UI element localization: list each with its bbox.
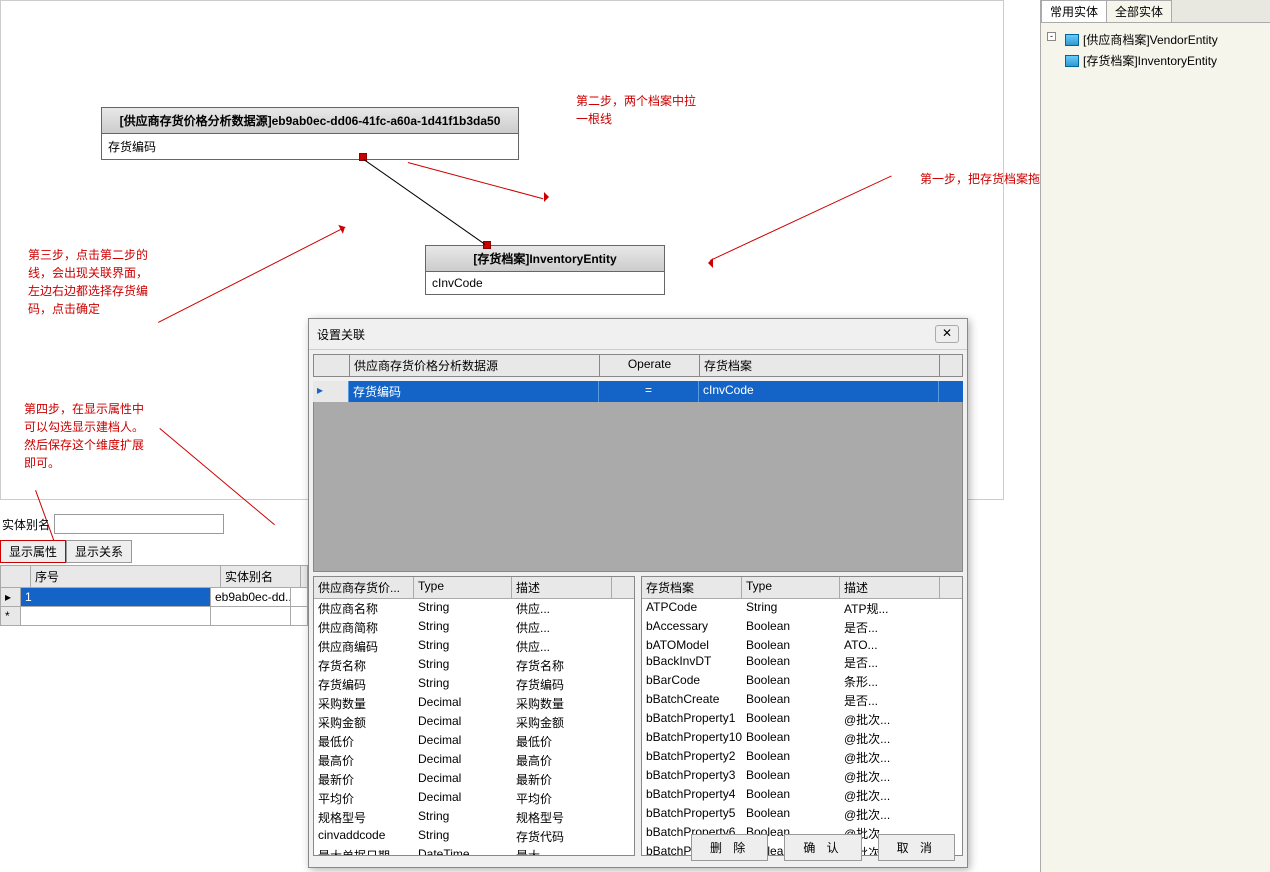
grid-header: 序号 实体别名	[0, 565, 308, 588]
col-operate: Operate	[600, 355, 700, 376]
tab-show-relations[interactable]: 显示关系	[66, 540, 132, 563]
property-row[interactable]: 存货编码String存货编码	[314, 675, 634, 694]
col-seq: 序号	[31, 566, 221, 587]
relation-grid-body[interactable]	[313, 402, 963, 572]
hdr-desc: 描述	[840, 577, 940, 598]
entity-title: [供应商存货价格分析数据源]eb9ab0ec-dd06-41fc-a60a-1d…	[102, 108, 518, 134]
property-row[interactable]: 最大单据日期DateTime最大...	[314, 846, 634, 855]
property-row[interactable]: bBatchProperty4Boolean@批次...	[642, 786, 962, 805]
cell-alias: eb9ab0ec-dd...	[211, 588, 291, 606]
property-row[interactable]: ATPCodeStringATP规...	[642, 599, 962, 618]
cell-right-field: cInvCode	[699, 381, 939, 402]
left-properties-list[interactable]: 供应商存货价... Type 描述 供应商名称String供应...供应商简称S…	[313, 576, 635, 856]
hdr-desc: 描述	[512, 577, 612, 598]
arrow-head-icon	[703, 258, 713, 268]
entity-title: [存货档案]InventoryEntity	[426, 246, 664, 272]
property-row[interactable]: 规格型号String规格型号	[314, 808, 634, 827]
property-row[interactable]: bBarCodeBoolean条形...	[642, 672, 962, 691]
relation-grid-header: 供应商存货价格分析数据源 Operate 存货档案	[313, 354, 963, 377]
relation-row[interactable]: ▸ 存货编码 = cInvCode	[313, 381, 963, 402]
property-row[interactable]: cinvaddcodeString存货代码	[314, 827, 634, 846]
ok-button[interactable]: 确 认	[784, 834, 861, 861]
entity-palette-panel: 常用实体 全部实体 - [供应商档案]VendorEntity [存货档案]In…	[1040, 0, 1270, 872]
property-row[interactable]: 最低价Decimal最低价	[314, 732, 634, 751]
palette-tabs: 常用实体 全部实体	[1041, 0, 1270, 23]
hdr-type: Type	[742, 577, 840, 598]
alias-label: 实体别名	[2, 516, 50, 533]
tree-collapse-icon[interactable]: -	[1047, 32, 1056, 41]
hdr-name: 供应商存货价...	[314, 577, 414, 598]
entity-alias-input[interactable]	[54, 514, 224, 534]
cell-operator: =	[599, 381, 699, 402]
property-row[interactable]: 最高价Decimal最高价	[314, 751, 634, 770]
property-row[interactable]: bBatchProperty2Boolean@批次...	[642, 748, 962, 767]
table-new-row[interactable]: *	[0, 607, 308, 626]
tree-label: [存货档案]InventoryEntity	[1083, 52, 1217, 69]
set-relation-dialog: 设置关联 ✕ 供应商存货价格分析数据源 Operate 存货档案 ▸ 存货编码 …	[308, 318, 968, 868]
entity-field: 存货编码	[102, 134, 518, 159]
tab-common-entities[interactable]: 常用实体	[1041, 0, 1107, 22]
delete-button[interactable]: 删 除	[691, 834, 768, 861]
tab-show-properties[interactable]: 显示属性	[0, 540, 66, 563]
entity-icon	[1065, 34, 1079, 46]
col-left-source: 供应商存货价格分析数据源	[350, 355, 600, 376]
hdr-name: 存货档案	[642, 577, 742, 598]
row-indicator-icon: ▸	[1, 588, 21, 606]
right-properties-list[interactable]: 存货档案 Type 描述 ATPCodeStringATP规...bAccess…	[641, 576, 963, 856]
row-indicator-icon: ▸	[313, 381, 349, 402]
entity-field: cInvCode	[426, 272, 664, 294]
relation-line[interactable]	[363, 159, 485, 245]
property-row[interactable]: 供应商名称String供应...	[314, 599, 634, 618]
property-row[interactable]: bBackInvDTBoolean是否...	[642, 653, 962, 672]
hdr-type: Type	[414, 577, 512, 598]
col-right-source: 存货档案	[700, 355, 940, 376]
annotation-step4: 第四步，在显示属性中 可以勾选显示建档人。 然后保存这个维度扩展 即可。	[24, 400, 144, 472]
property-row[interactable]: bBatchProperty1Boolean@批次...	[642, 710, 962, 729]
arrow-head-icon	[544, 192, 554, 202]
entity-tree: - [供应商档案]VendorEntity [存货档案]InventoryEnt…	[1041, 23, 1270, 77]
col-alias: 实体别名	[221, 566, 301, 587]
cancel-button[interactable]: 取 消	[878, 834, 955, 861]
new-row-icon: *	[1, 607, 21, 625]
close-button[interactable]: ✕	[935, 325, 959, 343]
annotation-step3: 第三步，点击第二步的 线，会出现关联界面， 左边右边都选择存货编 码，点击确定	[28, 246, 148, 318]
property-row[interactable]: 采购数量Decimal采购数量	[314, 694, 634, 713]
table-row[interactable]: ▸ 1 eb9ab0ec-dd...	[0, 588, 308, 607]
cell-seq: 1	[21, 588, 211, 606]
property-row[interactable]: 最新价Decimal最新价	[314, 770, 634, 789]
property-row[interactable]: 存货名称String存货名称	[314, 656, 634, 675]
property-row[interactable]: bAccessaryBoolean是否...	[642, 618, 962, 637]
annotation-step2: 第二步，两个档案中拉 一根线	[576, 92, 696, 128]
property-row[interactable]: bBatchProperty3Boolean@批次...	[642, 767, 962, 786]
property-row[interactable]: 供应商简称String供应...	[314, 618, 634, 637]
entity-icon	[1065, 55, 1079, 67]
tree-label: [供应商档案]VendorEntity	[1083, 31, 1218, 48]
property-row[interactable]: 供应商编码String供应...	[314, 637, 634, 656]
property-row[interactable]: 采购金额Decimal采购金额	[314, 713, 634, 732]
bottom-properties-panel: 实体别名 显示属性 显示关系 序号 实体别名 ▸ 1 eb9ab0ec-dd..…	[0, 512, 308, 626]
property-row[interactable]: bBatchProperty10Boolean@批次...	[642, 729, 962, 748]
entity-supplier-price[interactable]: [供应商存货价格分析数据源]eb9ab0ec-dd06-41fc-a60a-1d…	[101, 107, 519, 160]
tree-item-vendor[interactable]: [供应商档案]VendorEntity	[1047, 29, 1264, 50]
property-row[interactable]: bATOModelBooleanATO...	[642, 637, 962, 653]
cell-left-field: 存货编码	[349, 381, 599, 402]
tree-item-inventory[interactable]: [存货档案]InventoryEntity	[1047, 50, 1264, 71]
property-row[interactable]: bBatchCreateBoolean是否...	[642, 691, 962, 710]
property-row[interactable]: 平均价Decimal平均价	[314, 789, 634, 808]
dialog-title: 设置关联	[317, 326, 365, 343]
property-row[interactable]: bBatchProperty5Boolean@批次...	[642, 805, 962, 824]
tab-all-entities[interactable]: 全部实体	[1106, 0, 1172, 22]
entity-inventory[interactable]: [存货档案]InventoryEntity cInvCode	[425, 245, 665, 295]
